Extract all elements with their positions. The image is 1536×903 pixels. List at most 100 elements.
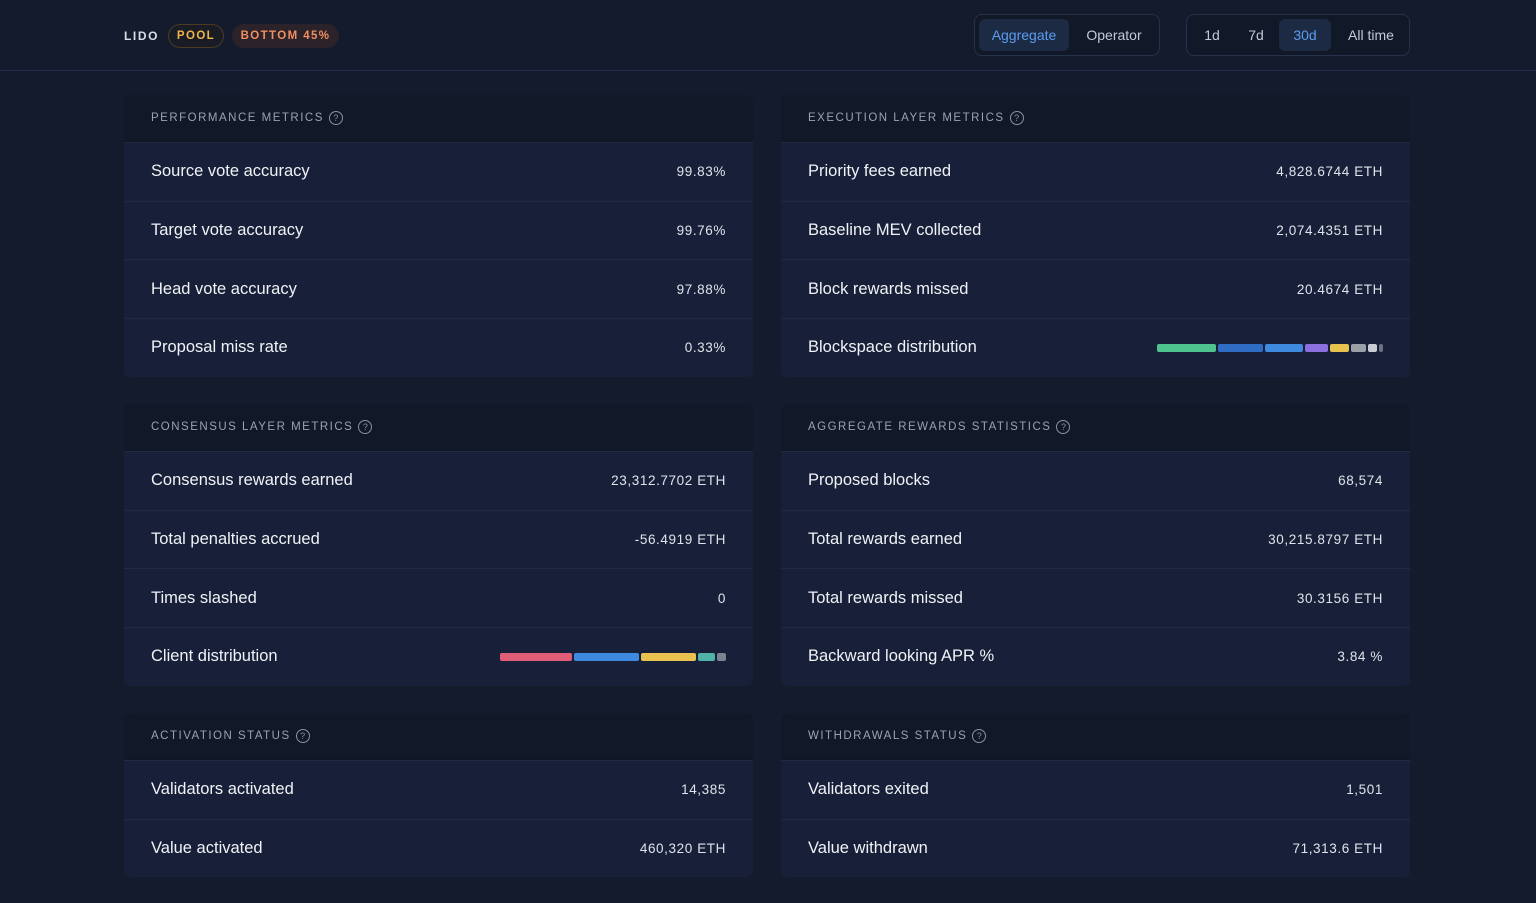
metric-row: Head vote accuracy 97.88% [124,259,753,319]
metric-row: Consensus rewards earned 23,312.7702 ETH [124,451,753,510]
help-icon[interactable]: ? [295,729,310,743]
panel-header: CONSENSUS LAYER METRICS ? [124,404,753,451]
range-all-time[interactable]: All time [1335,19,1407,51]
metric-row: Validators activated 14,385 [124,760,753,819]
blockspace-distribution-bar[interactable] [1157,343,1383,352]
time-range-toggle: 1d 7d 30d All time [1186,14,1410,56]
metric-row: Priority fees earned 4,828.6744 ETH [781,142,1410,201]
range-7d[interactable]: 7d [1235,19,1277,51]
metric-row: Times slashed 0 [124,568,753,628]
metric-label: Validators exited [808,780,929,799]
metric-label: Total rewards missed [808,588,963,607]
metric-value: 30,215.8797 ETH [1268,532,1383,548]
metric-label: Proposed blocks [808,471,930,490]
brand-label: LIDO [124,29,160,43]
metric-value: 3.84 % [1337,649,1383,665]
distribution-segment[interactable] [1378,343,1383,352]
distribution-segment[interactable] [500,652,572,661]
metric-value: 460,320 ETH [639,841,726,857]
metric-row: Backward looking APR % 3.84 % [781,627,1410,686]
metric-row: Value withdrawn 71,313.6 ETH [781,818,1410,878]
panel-title: CONSENSUS LAYER METRICS [151,421,354,433]
consensus-layer-panel: CONSENSUS LAYER METRICS ? Consensus rewa… [124,404,753,686]
distribution-segment[interactable] [1351,343,1367,352]
distribution-segment[interactable] [717,652,726,661]
metric-label: Backward looking APR % [808,647,995,666]
metric-label: Client distribution [151,647,278,666]
metric-label: Block rewards missed [808,279,969,298]
metric-label: Target vote accuracy [151,221,304,240]
tab-operator[interactable]: Operator [1071,19,1157,51]
panel-title: EXECUTION LAYER METRICS [808,112,1005,124]
help-icon[interactable]: ? [358,420,373,434]
metric-value: 1,501 [1346,782,1383,798]
metric-label: Blockspace distribution [808,338,977,357]
metric-value: 23,312.7702 ETH [611,473,726,489]
panel-header: AGGREGATE REWARDS STATISTICS ? [781,404,1410,451]
metric-value: 20.4674 ETH [1296,281,1383,297]
metric-label: Consensus rewards earned [151,471,353,490]
performance-metrics-panel: PERFORMANCE METRICS ? Source vote accura… [124,95,753,377]
metric-label: Priority fees earned [808,162,952,181]
help-icon[interactable]: ? [1056,420,1071,434]
metric-label: Validators activated [151,780,294,799]
metric-label: Baseline MEV collected [808,221,982,240]
range-30d[interactable]: 30d [1279,19,1331,51]
metric-row: Value activated 460,320 ETH [124,818,753,878]
aggregate-rewards-panel: AGGREGATE REWARDS STATISTICS ? Proposed … [781,404,1410,686]
metric-value: 68,574 [1338,473,1383,489]
metric-row: Client distribution [124,627,753,686]
metric-label: Total penalties accrued [151,530,320,549]
client-distribution-bar[interactable] [500,652,726,661]
panel-header: PERFORMANCE METRICS ? [124,95,753,142]
tab-aggregate[interactable]: Aggregate [979,19,1069,51]
panel-title: PERFORMANCE METRICS [151,112,324,124]
distribution-segment[interactable] [1264,343,1304,352]
pool-badge: POOL [168,24,224,48]
metric-label: Value withdrawn [808,839,928,858]
help-icon[interactable]: ? [328,111,343,125]
metric-row: Proposal miss rate 0.33% [124,318,753,377]
metric-label: Times slashed [151,588,257,607]
metric-row: Baseline MEV collected 2,074.4351 ETH [781,200,1410,260]
metric-row: Proposed blocks 68,574 [781,451,1410,510]
metric-value: 2,074.4351 ETH [1276,223,1383,239]
metric-row: Validators exited 1,501 [781,760,1410,819]
metric-row: Total rewards missed 30.3156 ETH [781,568,1410,628]
metric-label: Head vote accuracy [151,279,297,298]
rank-badge: BOTTOM 45% [232,24,339,48]
distribution-segment[interactable] [641,652,696,661]
metric-value: 4,828.6744 ETH [1276,164,1383,180]
distribution-segment[interactable] [1305,343,1329,352]
range-1d[interactable]: 1d [1193,19,1231,51]
metric-row: Blockspace distribution [781,318,1410,377]
withdrawals-status-panel: WITHDRAWALS STATUS ? Validators exited 1… [781,713,1410,878]
metric-value: 99.76% [676,223,726,239]
metric-value: 97.88% [676,281,726,297]
distribution-segment[interactable] [1330,343,1350,352]
metric-value: 14,385 [681,782,726,798]
activation-status-panel: ACTIVATION STATUS ? Validators activated… [124,713,753,878]
metric-value: 30.3156 ETH [1296,590,1383,606]
metric-label: Value activated [151,839,263,858]
panel-header: ACTIVATION STATUS ? [124,713,753,760]
distribution-segment[interactable] [1157,343,1217,352]
panel-header: WITHDRAWALS STATUS ? [781,713,1410,760]
top-bar: LIDO POOL BOTTOM 45% Aggregate Operator … [0,0,1536,71]
view-toggle: Aggregate Operator [974,14,1160,56]
metric-label: Proposal miss rate [151,338,288,357]
help-icon[interactable]: ? [1009,111,1024,125]
help-icon[interactable]: ? [972,729,987,743]
metric-row: Target vote accuracy 99.76% [124,200,753,260]
metric-label: Total rewards earned [808,530,963,549]
execution-layer-panel: EXECUTION LAYER METRICS ? Priority fees … [781,95,1410,377]
metric-value: 99.83% [676,164,726,180]
metric-label: Source vote accuracy [151,162,310,181]
metric-value: -56.4919 ETH [634,532,726,548]
distribution-segment[interactable] [1368,343,1377,352]
metric-value: 0.33% [684,340,726,356]
distribution-segment[interactable] [573,652,640,661]
distribution-segment[interactable] [1218,343,1263,352]
distribution-segment[interactable] [697,652,716,661]
metric-row: Source vote accuracy 99.83% [124,142,753,201]
